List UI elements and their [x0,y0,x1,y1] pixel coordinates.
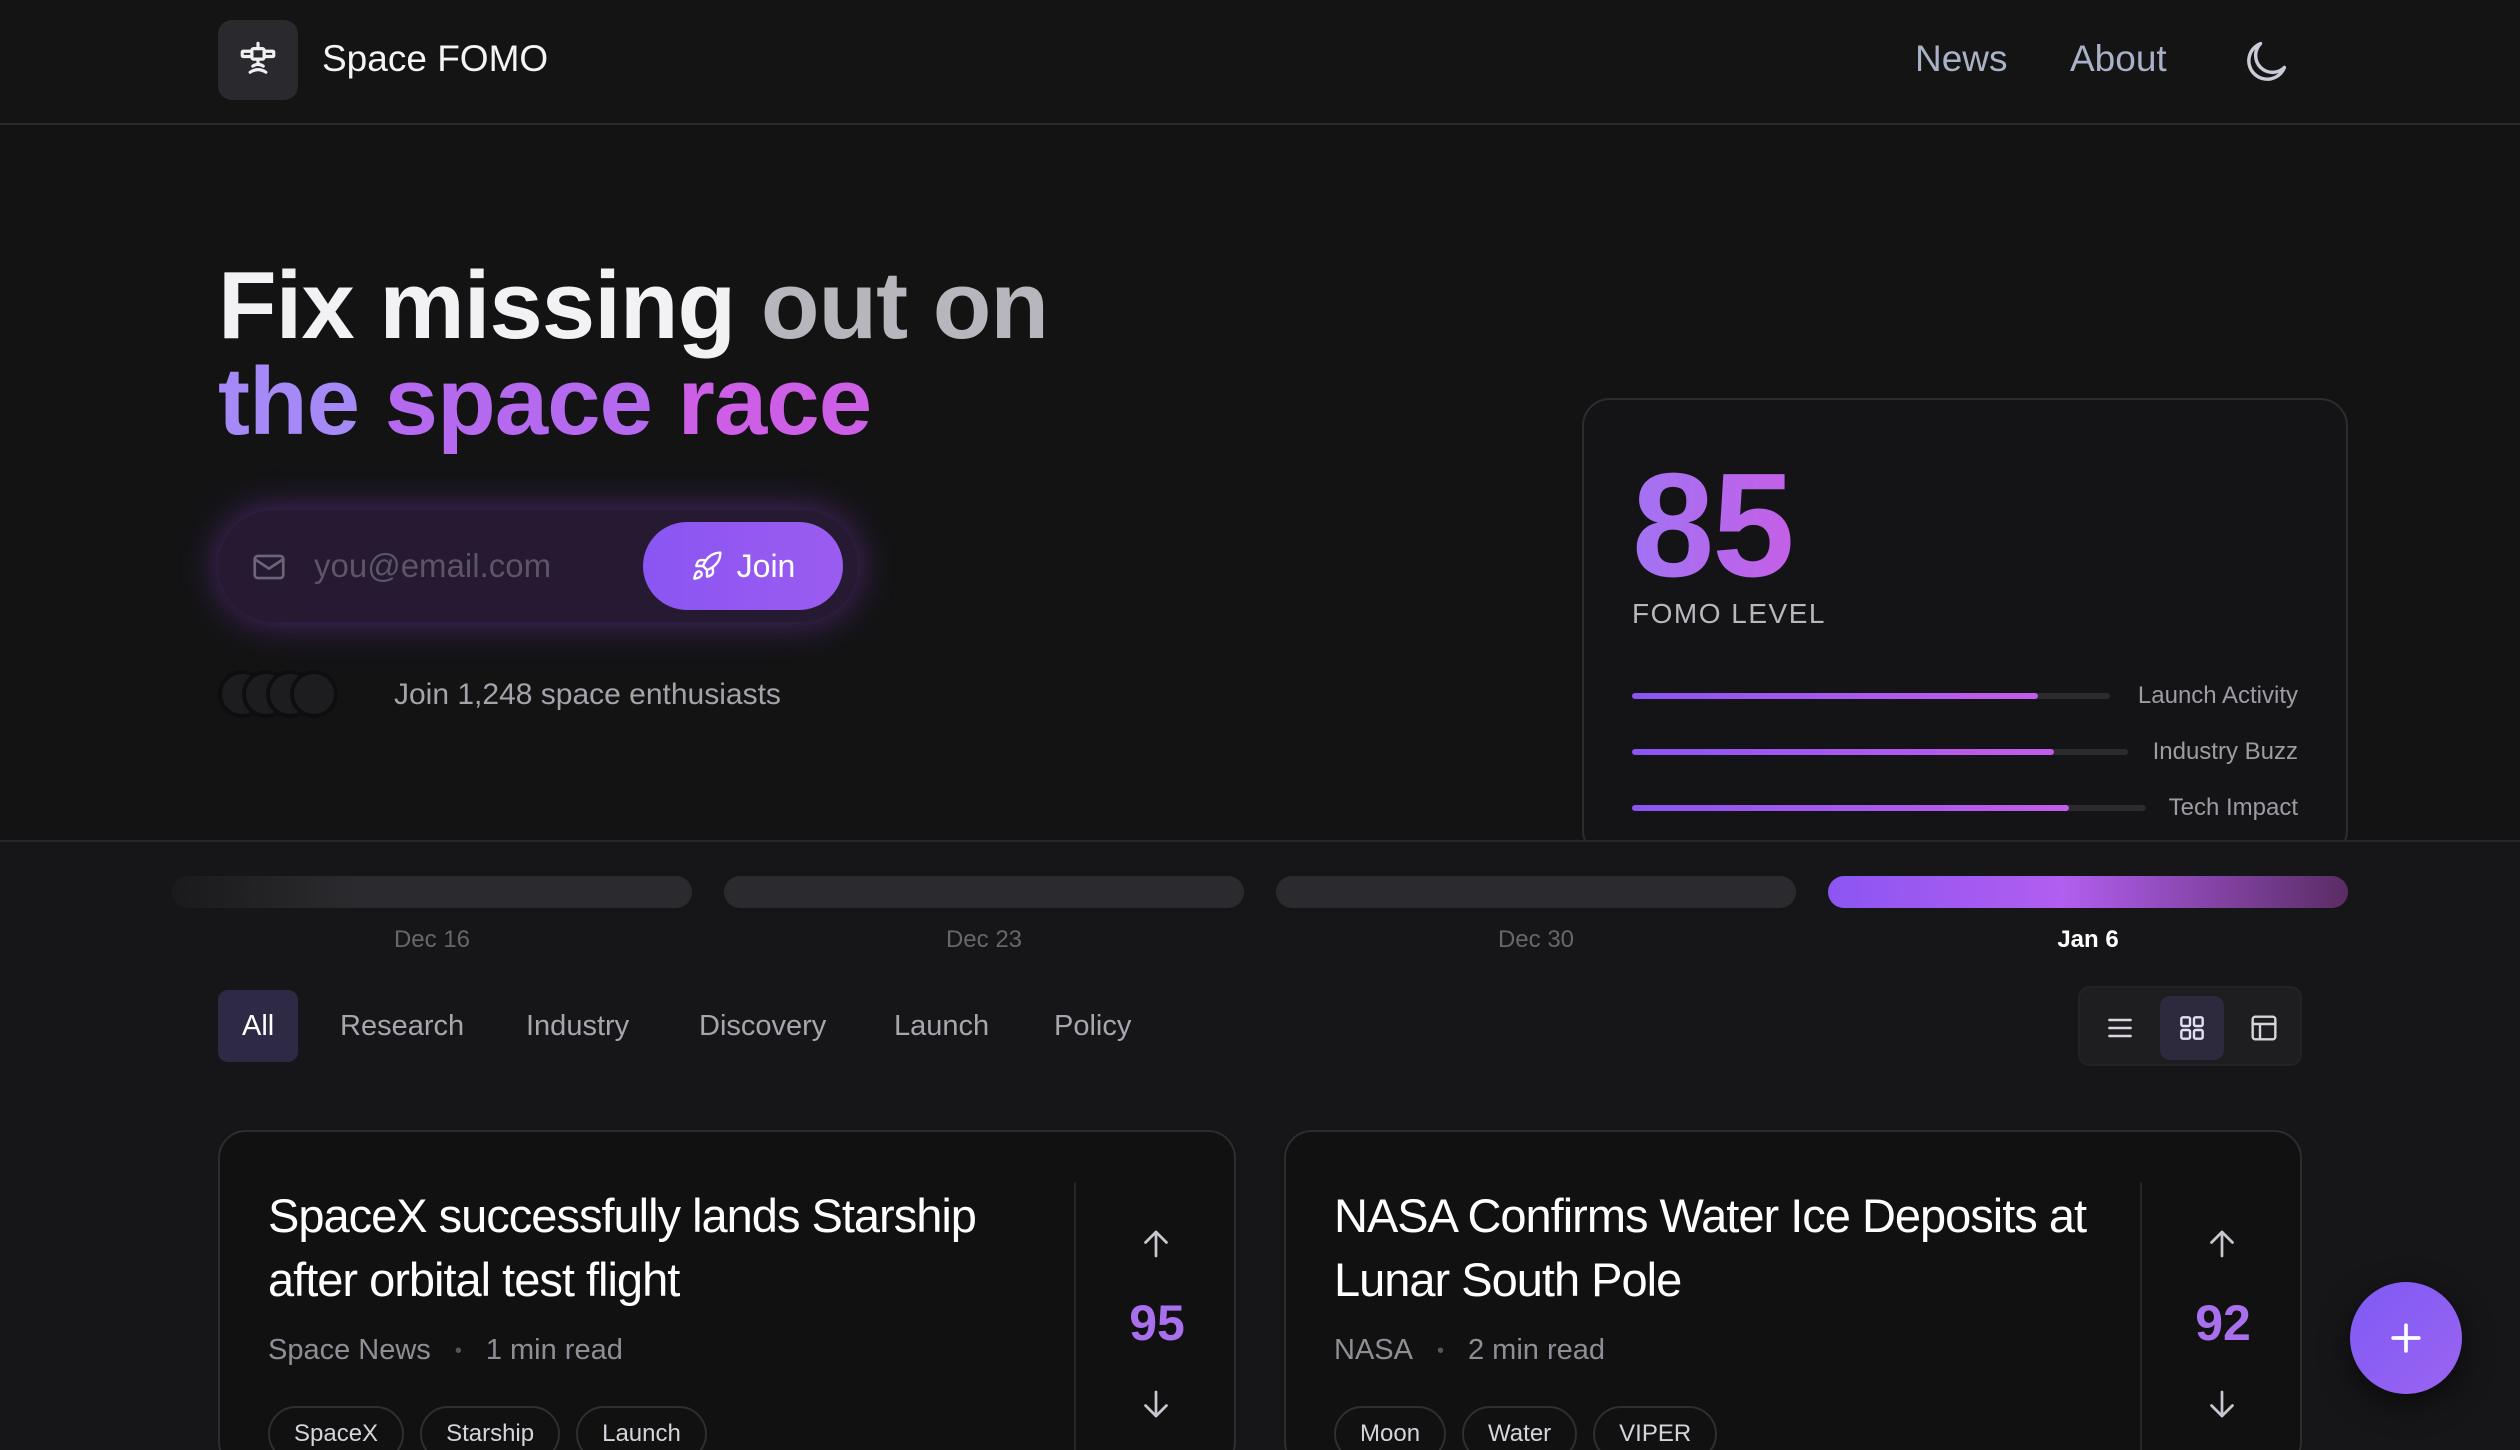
vote-column: 92 [2140,1182,2302,1450]
hero-title-part: Fix missing [218,252,761,359]
metric-label-launch-activity: Launch Activity [2137,682,2298,709]
theme-toggle-button[interactable] [2240,36,2292,93]
upvote-button[interactable] [2196,1218,2248,1270]
metric-track-industry-buzz [1632,749,2128,755]
signup-form: Join [218,510,858,622]
list-view-icon [2108,1018,2132,1038]
tag[interactable]: VIPER [1593,1406,1718,1450]
email-input[interactable] [314,538,614,594]
tab-industry[interactable]: Industry [526,990,629,1062]
tab-discovery[interactable]: Discovery [699,990,826,1062]
join-button[interactable]: Join [643,522,843,610]
list-view-button[interactable] [2088,996,2152,1060]
tab-policy[interactable]: Policy [1054,990,1131,1062]
article-read-time: 2 min read [1468,1334,1606,1366]
brand-name[interactable]: Space FOMO [322,38,548,80]
nav-about[interactable]: About [2070,38,2167,80]
vote-column: 95 [1074,1182,1236,1450]
downvote-button[interactable] [2196,1378,2248,1430]
hero-title-part: the [218,348,385,455]
metric-label-industry-buzz: Industry Buzz [2152,738,2298,765]
vote-score: 92 [2195,1295,2251,1351]
tab-all[interactable]: All [218,990,299,1062]
hero-title-part: race [677,348,873,455]
article-meta: NASA • 2 min read [1334,1334,1605,1367]
tag[interactable]: Water [1462,1406,1578,1450]
satellite-icon [240,41,276,74]
tag[interactable]: Moon [1334,1406,1447,1450]
hero-title-part: space [384,348,678,455]
rocket-icon [692,551,722,580]
article-source: NASA [1334,1334,1413,1366]
timeline-label-active: Jan 6 [2057,926,2119,953]
metric-track-tech-impact [1632,805,2146,811]
layout-view-icon [2251,1015,2277,1041]
layout-view-button[interactable] [2232,996,2296,1060]
metric-fill [1632,749,2054,755]
timeline-week-jan-6[interactable] [1828,876,2348,908]
fomo-level-label: FOMO LEVEL [1632,598,1826,629]
timeline-label: Dec 16 [393,926,471,953]
fomo-level-card: 85 FOMO LEVEL Launch Activity Industry B… [1582,398,2348,858]
metric-track-launch-activity [1632,693,2110,699]
avatar-stack [218,670,368,718]
article-title[interactable]: NASA Confirms Water Ice Deposits at Luna… [1334,1184,2094,1312]
meta-separator: • [454,1339,462,1362]
timeline-week-dec-23[interactable] [724,876,1244,908]
metric-fill [1632,693,2039,699]
metric-fill [1632,805,2069,811]
fomo-level-value: 85 [1632,443,1795,608]
article-read-time: 1 min read [485,1334,623,1366]
tag[interactable]: SpaceX [268,1406,405,1450]
grid-view-button[interactable] [2160,996,2224,1060]
arrow-up-icon [1144,1230,1168,1258]
tag[interactable]: Starship [420,1406,561,1450]
avatar [290,670,338,718]
mail-icon [253,554,285,580]
article-card[interactable]: NASA Confirms Water Ice Deposits at Luna… [1284,1130,2302,1450]
view-toggle-group [2078,986,2302,1066]
plus-icon [2391,1323,2421,1353]
tag-list: SpaceX Starship Launch [268,1406,707,1450]
add-button[interactable] [2350,1282,2462,1394]
grid-view-icon [2180,1016,2204,1040]
arrow-down-icon [2210,1390,2234,1418]
article-card[interactable]: SpaceX successfully lands Starship after… [218,1130,1236,1450]
timeline-label: Dec 23 [945,926,1023,953]
meta-separator: • [1436,1339,1444,1362]
article-meta: Space News • 1 min read [268,1334,623,1367]
hero-title-line-1: Fix missing out on [218,258,1049,354]
tab-research[interactable]: Research [340,990,464,1062]
article-title[interactable]: SpaceX successfully lands Starship after… [268,1184,1028,1312]
upvote-button[interactable] [1130,1218,1182,1270]
arrow-down-icon [1144,1390,1168,1418]
arrow-up-icon [2210,1230,2234,1258]
timeline-label: Dec 30 [1497,926,1575,953]
logo[interactable] [218,20,298,100]
article-source: Space News [268,1334,431,1366]
page: Space FOMO News About Fix missing out on… [0,0,2520,1450]
social-proof-text: Join 1,248 space enthusiasts [394,678,781,711]
tab-launch[interactable]: Launch [894,990,989,1062]
tag[interactable]: Launch [576,1406,707,1450]
downvote-button[interactable] [1130,1378,1182,1430]
tag-list: Moon Water VIPER [1334,1406,1718,1450]
hero-title-line-2: the space race [218,354,872,450]
moon-icon [2247,41,2287,81]
hero-title-part: out on [760,252,1049,359]
timeline-week-dec-16[interactable] [172,876,692,908]
top-nav: Space FOMO News About [0,0,2520,125]
metric-label-tech-impact: Tech Impact [2168,794,2298,821]
vote-score: 95 [1129,1295,1185,1351]
nav-news[interactable]: News [1915,38,2008,80]
timeline-week-dec-30[interactable] [1276,876,1796,908]
join-button-label: Join [736,547,796,584]
